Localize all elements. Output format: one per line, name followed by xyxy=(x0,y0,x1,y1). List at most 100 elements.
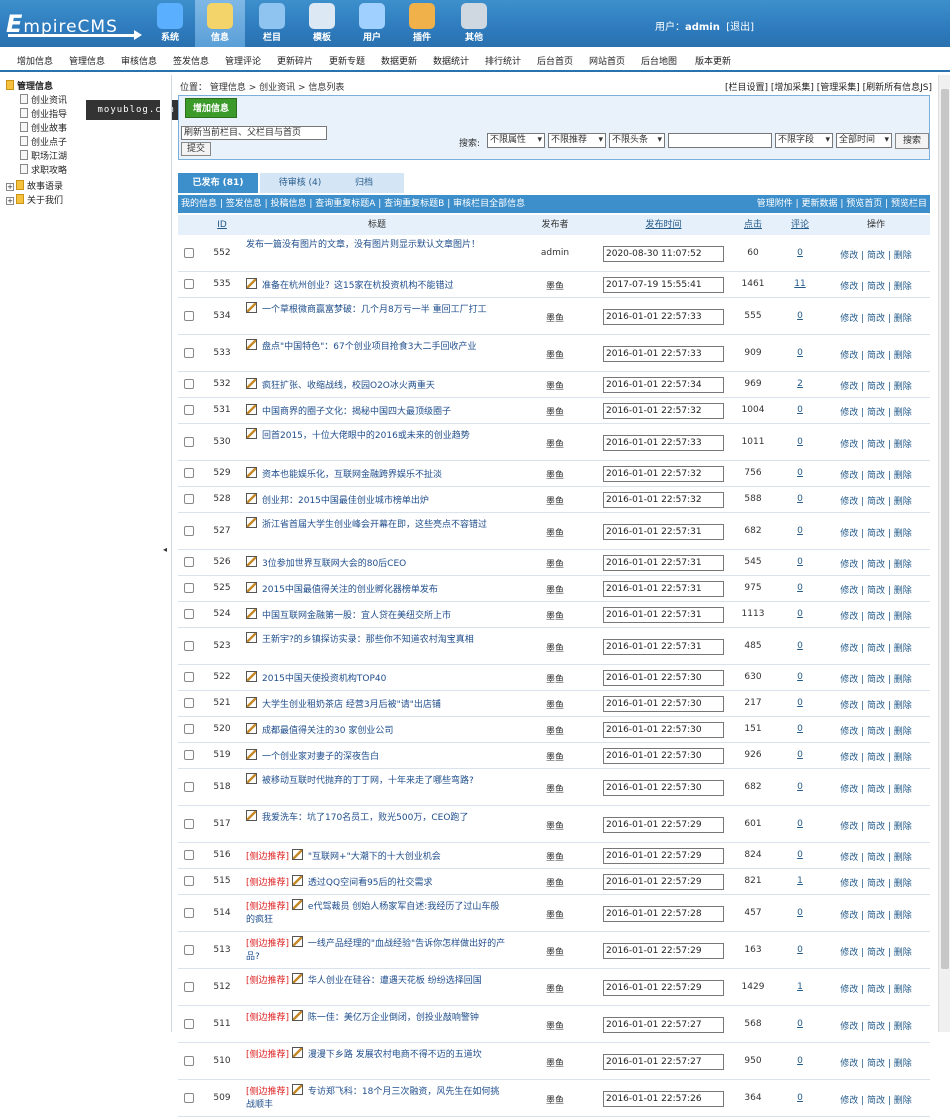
row-checkbox[interactable] xyxy=(184,818,194,829)
row-time-field[interactable]: 2016-01-01 22:57:32 xyxy=(603,403,724,419)
row-checkbox[interactable] xyxy=(184,944,194,955)
row-operations[interactable]: 修改 | 简改 | 删除 xyxy=(826,908,926,921)
logout-link[interactable]: [退出] xyxy=(726,22,754,33)
row-checkbox[interactable] xyxy=(184,436,194,447)
row-title-text[interactable]: 成都最值得关注的30 家创业公司 xyxy=(262,726,393,736)
row-operations[interactable]: 修改 | 简改 | 删除 xyxy=(826,1093,926,1106)
row-operations[interactable]: 修改 | 简改 | 删除 xyxy=(826,876,926,889)
row-title-text[interactable]: 浙江省首届大学生创业峰会开幕在即，这些亮点不容错过 xyxy=(262,520,487,530)
row-time-field[interactable]: 2016-01-01 22:57:31 xyxy=(603,523,724,540)
row-time-field[interactable]: 2016-01-01 22:57:31 xyxy=(603,607,724,623)
preview-links[interactable]: 管理附件 | 更新数据 | 预览首页 | 预览栏目 xyxy=(757,195,927,213)
row-comments-link[interactable]: 0 xyxy=(780,583,820,593)
row-title-text[interactable]: 中国商界的圈子文化：揭秘中国四大最顶级圈子 xyxy=(262,407,451,417)
collapse-arrow-icon[interactable]: ◂ xyxy=(163,545,167,554)
row-comments-link[interactable]: 0 xyxy=(780,819,820,829)
row-operations[interactable]: 修改 | 简改 | 删除 xyxy=(826,698,926,711)
row-title-text[interactable]: 2015中国天使投资机构TOP40 xyxy=(262,674,386,684)
row-title-text[interactable]: 盘点"中国特色"：67个创业项目抢食3大二手回收产业 xyxy=(262,342,476,352)
row-comments-link[interactable]: 0 xyxy=(780,782,820,792)
row-operations[interactable]: 修改 | 简改 | 删除 xyxy=(826,982,926,995)
row-operations[interactable]: 修改 | 简改 | 删除 xyxy=(826,724,926,737)
row-time-field[interactable]: 2016-01-01 22:57:29 xyxy=(603,942,724,959)
row-checkbox[interactable] xyxy=(184,1092,194,1103)
row-title[interactable]: 大学生创业租奶茶店 经营3月后被"请"出店铺 xyxy=(246,697,508,712)
row-time-field[interactable]: 2016-01-01 22:57:29 xyxy=(603,874,724,890)
col-clicks[interactable]: 点击 xyxy=(731,215,775,235)
row-comments-link[interactable]: 2 xyxy=(780,379,820,389)
row-operations[interactable]: 修改 | 简改 | 删除 xyxy=(826,494,926,507)
search-input[interactable] xyxy=(668,133,772,148)
row-time-field[interactable]: 2016-01-01 22:57:29 xyxy=(603,816,724,833)
tab-archive[interactable]: 归档 xyxy=(324,173,404,193)
row-checkbox[interactable] xyxy=(184,781,194,792)
menu-item[interactable]: 排行统计 xyxy=(485,54,521,67)
tree-item[interactable]: 求职攻略 xyxy=(20,163,67,176)
row-time-field[interactable]: 2016-01-01 22:57:32 xyxy=(603,466,724,482)
row-checkbox[interactable] xyxy=(184,850,194,860)
row-title-text[interactable]: 我爱洗车：坑了170名员工，败光500万，CEO跑了 xyxy=(262,813,468,823)
row-title[interactable]: 王新宇?的乡镇探访实录：那些你不知道农村淘宝真相 xyxy=(246,632,508,647)
row-title[interactable]: 浙江省首届大学生创业峰会开幕在即，这些亮点不容错过 xyxy=(246,517,508,532)
add-info-button[interactable]: 增加信息 xyxy=(185,98,237,118)
row-title[interactable]: [侧边推荐] 专访郑飞科：18个月三次融资，风先生在如何挑战顺丰 xyxy=(246,1084,508,1112)
row-comments-link[interactable]: 0 xyxy=(780,1019,820,1029)
recommend-filter-select[interactable]: 不限推荐 xyxy=(548,133,606,148)
row-title-text[interactable]: 透过QQ空间看95后的社交需求 xyxy=(308,878,433,888)
nav-folder[interactable]: 栏目 xyxy=(247,0,297,47)
nav-globe[interactable]: 系统 xyxy=(145,0,195,47)
row-title[interactable]: 资本也能娱乐化，互联网金融跨界娱乐不扯淡 xyxy=(246,467,508,482)
attribute-filter-select[interactable]: 不限属性 xyxy=(487,133,545,148)
tree-item[interactable]: 创业资讯 xyxy=(20,93,67,106)
row-title[interactable]: [侧边推荐] 华人创业在硅谷：遭遇天花板 纷纷选择回国 xyxy=(246,973,508,988)
col-id[interactable]: ID xyxy=(204,215,240,235)
tree-group[interactable]: + 故事语录 xyxy=(6,179,63,192)
row-time-field[interactable]: 2016-01-01 22:57:33 xyxy=(603,345,724,362)
row-time-field[interactable]: 2016-01-01 22:57:31 xyxy=(603,581,724,597)
row-time-field[interactable]: 2016-01-01 22:57:30 xyxy=(603,722,724,738)
row-comments-link[interactable]: 1 xyxy=(780,982,820,992)
row-operations[interactable]: 修改 | 简改 | 删除 xyxy=(826,1056,926,1069)
row-time-field[interactable]: 2016-01-01 22:57:34 xyxy=(603,377,724,393)
row-title-text[interactable]: 漫漫下乡路 发展农村电商不得不迈的五道坎 xyxy=(308,1050,482,1060)
row-operations[interactable]: 修改 | 简改 | 删除 xyxy=(826,782,926,795)
row-title-text[interactable]: 王新宇?的乡镇探访实录：那些你不知道农村淘宝真相 xyxy=(262,635,474,645)
row-time-field[interactable]: 2016-01-01 22:57:27 xyxy=(603,1053,724,1070)
row-time-field[interactable]: 2016-01-01 22:57:33 xyxy=(603,434,724,451)
row-comments-link[interactable]: 0 xyxy=(780,405,820,415)
menu-item[interactable]: 版本更新 xyxy=(695,54,731,67)
row-operations[interactable]: 修改 | 简改 | 删除 xyxy=(826,379,926,392)
row-checkbox[interactable] xyxy=(184,750,194,760)
tree-item[interactable]: 创业指导 xyxy=(20,107,67,120)
scrollbar-thumb[interactable] xyxy=(941,89,949,969)
row-time-field[interactable]: 2020-08-30 11:07:52 xyxy=(603,245,724,262)
row-checkbox[interactable] xyxy=(184,609,194,619)
row-checkbox[interactable] xyxy=(184,640,194,651)
row-checkbox[interactable] xyxy=(184,405,194,415)
row-operations[interactable]: 修改 | 简改 | 删除 xyxy=(826,557,926,570)
menu-item[interactable]: 更新专题 xyxy=(329,54,365,67)
row-time-field[interactable]: 2016-01-01 22:57:27 xyxy=(603,1016,724,1033)
menu-item[interactable]: 审核信息 xyxy=(121,54,157,67)
row-title-text[interactable]: 大学生创业租奶茶店 经营3月后被"请"出店铺 xyxy=(262,700,441,710)
menu-item[interactable]: 管理评论 xyxy=(225,54,261,67)
row-comments-link[interactable]: 0 xyxy=(780,526,820,536)
menu-item[interactable]: 数据统计 xyxy=(433,54,469,67)
row-title-text[interactable]: 2015中国最值得关注的创业孵化器榜单发布 xyxy=(262,585,438,595)
row-title-text[interactable]: 资本也能娱乐化，互联网金融跨界娱乐不扯淡 xyxy=(262,470,442,480)
row-title-text[interactable]: 被移动互联时代抛弃的丁丁网，十年来走了哪些弯路? xyxy=(262,776,474,786)
row-title-text[interactable]: 3位参加世界互联网大会的80后CEO xyxy=(262,559,406,569)
row-operations[interactable]: 修改 | 简改 | 删除 xyxy=(826,311,926,324)
row-checkbox[interactable] xyxy=(184,494,194,504)
row-comments-link[interactable]: 0 xyxy=(780,468,820,478)
menu-item[interactable]: 增加信息 xyxy=(17,54,53,67)
row-comments-link[interactable]: 0 xyxy=(780,609,820,619)
refresh-scope-select[interactable]: 刷新当前栏目、父栏目与首页 xyxy=(181,126,327,140)
row-comments-link[interactable]: 0 xyxy=(780,945,820,955)
row-title-text[interactable]: 准备在杭州创业？这15家在杭投资机构不能错过 xyxy=(262,281,453,291)
row-title[interactable]: 中国互联网金融第一股：宜人贷在美纽交所上市 xyxy=(246,608,508,623)
row-title[interactable]: [侧边推荐] 透过QQ空间看95后的社交需求 xyxy=(246,875,508,890)
row-title-text[interactable]: 陈一佳：美亿万企业倒闭，创投业敲响警钟 xyxy=(308,1013,479,1023)
row-title[interactable]: 发布一篇没有图片的文章，没有图片则显示默认文章图片！ xyxy=(246,239,508,252)
row-title[interactable]: [侧边推荐] e代驾裁员 创始人杨家军自述:我经历了过山车般的疯狂 xyxy=(246,899,508,927)
